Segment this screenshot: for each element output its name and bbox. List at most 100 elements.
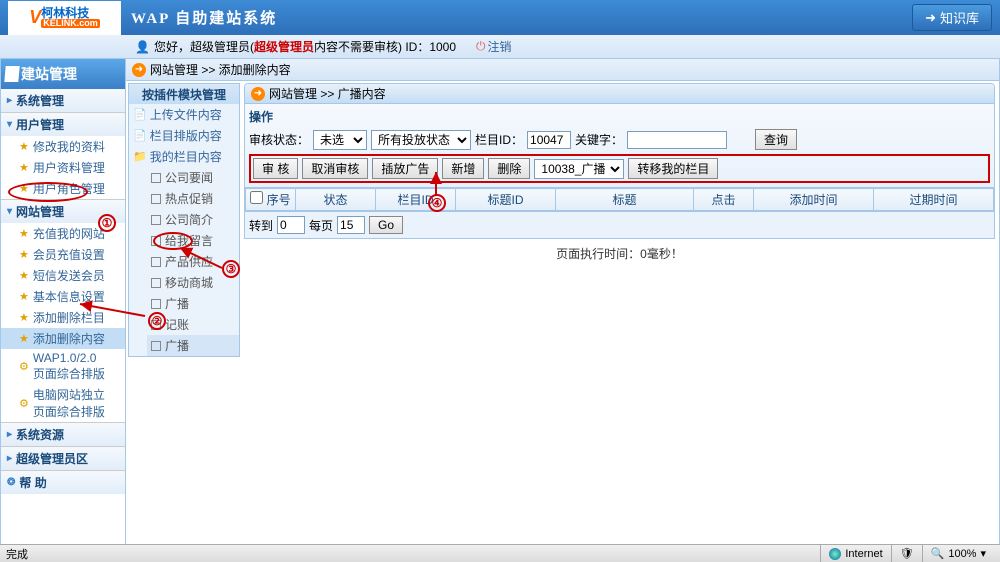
user-info-bar: 👤 您好，超级管理员( 超级管理员 内容不需要审核 ) ID：1000 ⏻ 注销: [0, 35, 1000, 59]
audit-button[interactable]: 审 核: [253, 158, 298, 179]
go-button[interactable]: Go: [369, 216, 403, 234]
nav-help[interactable]: ❂帮 助: [1, 471, 125, 494]
star-icon: ★: [19, 269, 29, 282]
th-colid[interactable]: 栏目ID: [376, 189, 456, 211]
status-select[interactable]: 未选: [313, 130, 367, 150]
logout-icon: ⏻: [476, 39, 486, 54]
nav-item-wap-layout[interactable]: ⚙WAP1.0/2.0 页面综合排版: [1, 349, 125, 384]
tree-sub-broadcast[interactable]: 广播: [147, 293, 239, 314]
th-addtime: 添加时间: [754, 189, 874, 211]
th-title: 标题: [556, 189, 694, 211]
user-icon: 👤: [135, 40, 150, 54]
delete-button[interactable]: 删除: [488, 158, 530, 179]
file-icon: 📄: [133, 129, 147, 142]
tree-sub-account[interactable]: 记账: [147, 314, 239, 335]
col-label: 栏目ID：: [475, 131, 523, 148]
logout-link[interactable]: ⏻ 注销: [476, 38, 512, 55]
goto-input[interactable]: [277, 216, 305, 234]
gear-icon: ⚙: [19, 360, 29, 373]
putad-button[interactable]: 插放广告: [372, 158, 438, 179]
nav-cat-site[interactable]: ▾网站管理: [1, 200, 125, 223]
nav-item-userdata[interactable]: ★用户资料管理: [1, 157, 125, 178]
arrow-right-circle-icon: ➜: [925, 10, 936, 26]
add-button[interactable]: 新增: [442, 158, 484, 179]
tree-mycols[interactable]: 📁我的栏目内容: [129, 146, 239, 167]
plugin-tree-panel: 按插件模块管理 📄上传文件内容 📄栏目排版内容 📁我的栏目内容 公司要闻 热点促…: [128, 83, 240, 357]
putstatus-select[interactable]: 所有投放状态: [371, 130, 471, 150]
op-title: 操作: [249, 108, 990, 125]
square-icon: [151, 215, 161, 225]
query-button[interactable]: 查询: [755, 129, 797, 150]
nav-item-userrole[interactable]: ★用户角色管理: [1, 178, 125, 199]
perpage-label: 每页: [309, 217, 333, 234]
knowledge-base-button[interactable]: ➜ 知识库: [912, 4, 992, 31]
tree-sub-intro[interactable]: 公司简介: [147, 209, 239, 230]
select-all-checkbox[interactable]: [250, 191, 263, 204]
chevron-icon: ▸: [7, 429, 12, 440]
th-hits: 点击: [694, 189, 754, 211]
data-table: 序号 状态 栏目ID 标题ID 标题 点击 添加时间 过期时间: [245, 188, 994, 211]
chevron-icon: ▸: [7, 95, 12, 106]
tree-sub-broadcast2[interactable]: 广播: [147, 335, 239, 356]
th-titleid: 标题ID: [456, 189, 556, 211]
panel-head: ➜ 网站管理 >> 广播内容: [245, 84, 994, 104]
nav-cat-admin[interactable]: ▸超级管理员区: [1, 447, 125, 470]
status-zone-zoom[interactable]: 🔍100% ▾: [922, 545, 994, 562]
nav-item-recharge[interactable]: ★充值我的网站: [1, 223, 125, 244]
logout-label: 注销: [488, 38, 512, 55]
goto-label: 转到: [249, 217, 273, 234]
star-icon: ★: [19, 161, 29, 174]
star-icon: ★: [19, 182, 29, 195]
square-icon: [151, 173, 161, 183]
pager-row: 转到 每页 Go: [244, 212, 995, 239]
tree-sub-promo[interactable]: 热点促销: [147, 188, 239, 209]
nav-item-pc-layout[interactable]: ⚙电脑网站独立 页面综合排版: [1, 384, 125, 422]
star-icon: ★: [19, 311, 29, 324]
tree-sub-news[interactable]: 公司要闻: [147, 167, 239, 188]
tree-sub-msg[interactable]: 给我留言: [147, 230, 239, 251]
panel-box: ➜ 网站管理 >> 广播内容 操作 审核状态： 未选 所有投放状态 栏目ID： …: [244, 83, 995, 212]
square-icon: [151, 257, 161, 267]
help-icon: ❂: [7, 477, 15, 488]
nav-cat-system[interactable]: ▸系统管理: [1, 89, 125, 112]
breadcrumb-text: 网站管理 >> 添加删除内容: [150, 61, 291, 78]
tree-layout[interactable]: 📄栏目排版内容: [129, 125, 239, 146]
chevron-icon: ▸: [7, 453, 12, 464]
tree-upload[interactable]: 📄上传文件内容: [129, 104, 239, 125]
keyword-input[interactable]: [627, 131, 727, 149]
left-sidebar: 建站管理 ▸系统管理 ▾用户管理 ★修改我的资料 ★用户资料管理 ★用户角色管理…: [0, 59, 126, 546]
nav-item-basicinfo[interactable]: ★基本信息设置: [1, 286, 125, 307]
move-target-select[interactable]: 10038_广播: [534, 159, 624, 179]
chevron-down-icon: ▾: [7, 206, 12, 217]
tree-sub-mall[interactable]: 移动商城: [147, 272, 239, 293]
audit-text: 内容不需要审核: [314, 38, 398, 55]
nav-item-sms[interactable]: ★短信发送会员: [1, 265, 125, 286]
square-icon: [151, 299, 161, 309]
greeting-text: 您好，超级管理员(: [154, 38, 254, 55]
nav-cat-resource[interactable]: ▸系统资源: [1, 423, 125, 446]
perpage-input[interactable]: [337, 216, 365, 234]
nav-item-adddelcol[interactable]: ★添加删除栏目: [1, 307, 125, 328]
status-zone-internet: Internet: [820, 545, 890, 562]
column-id-input[interactable]: [527, 131, 571, 149]
nav-item-adddelcontent[interactable]: ★添加删除内容: [1, 328, 125, 349]
star-icon: ★: [19, 248, 29, 261]
move-button[interactable]: 转移我的栏目: [628, 158, 718, 179]
star-icon: ★: [19, 227, 29, 240]
square-icon: [151, 278, 161, 288]
tree-sub-product[interactable]: 产品供应: [147, 251, 239, 272]
nav-item-myprofile[interactable]: ★修改我的资料: [1, 136, 125, 157]
gear-icon: ⚙: [19, 397, 29, 410]
chevron-down-icon: ▾: [7, 119, 12, 130]
square-icon: [151, 194, 161, 204]
nav-item-member-recharge[interactable]: ★会员充值设置: [1, 244, 125, 265]
folder-icon: 📁: [133, 150, 147, 163]
nav-cat-user[interactable]: ▾用户管理: [1, 113, 125, 136]
tree-subs: 公司要闻 热点促销 公司简介 给我留言 产品供应 移动商城 广播 记账 广播: [129, 167, 239, 356]
shield-icon: 🛡: [900, 547, 914, 560]
role-text: 超级管理员: [254, 38, 314, 55]
square-icon: [151, 341, 161, 351]
paper-icon: [4, 66, 19, 82]
unaudit-button[interactable]: 取消审核: [302, 158, 368, 179]
kw-label: 关键字：: [575, 131, 623, 148]
